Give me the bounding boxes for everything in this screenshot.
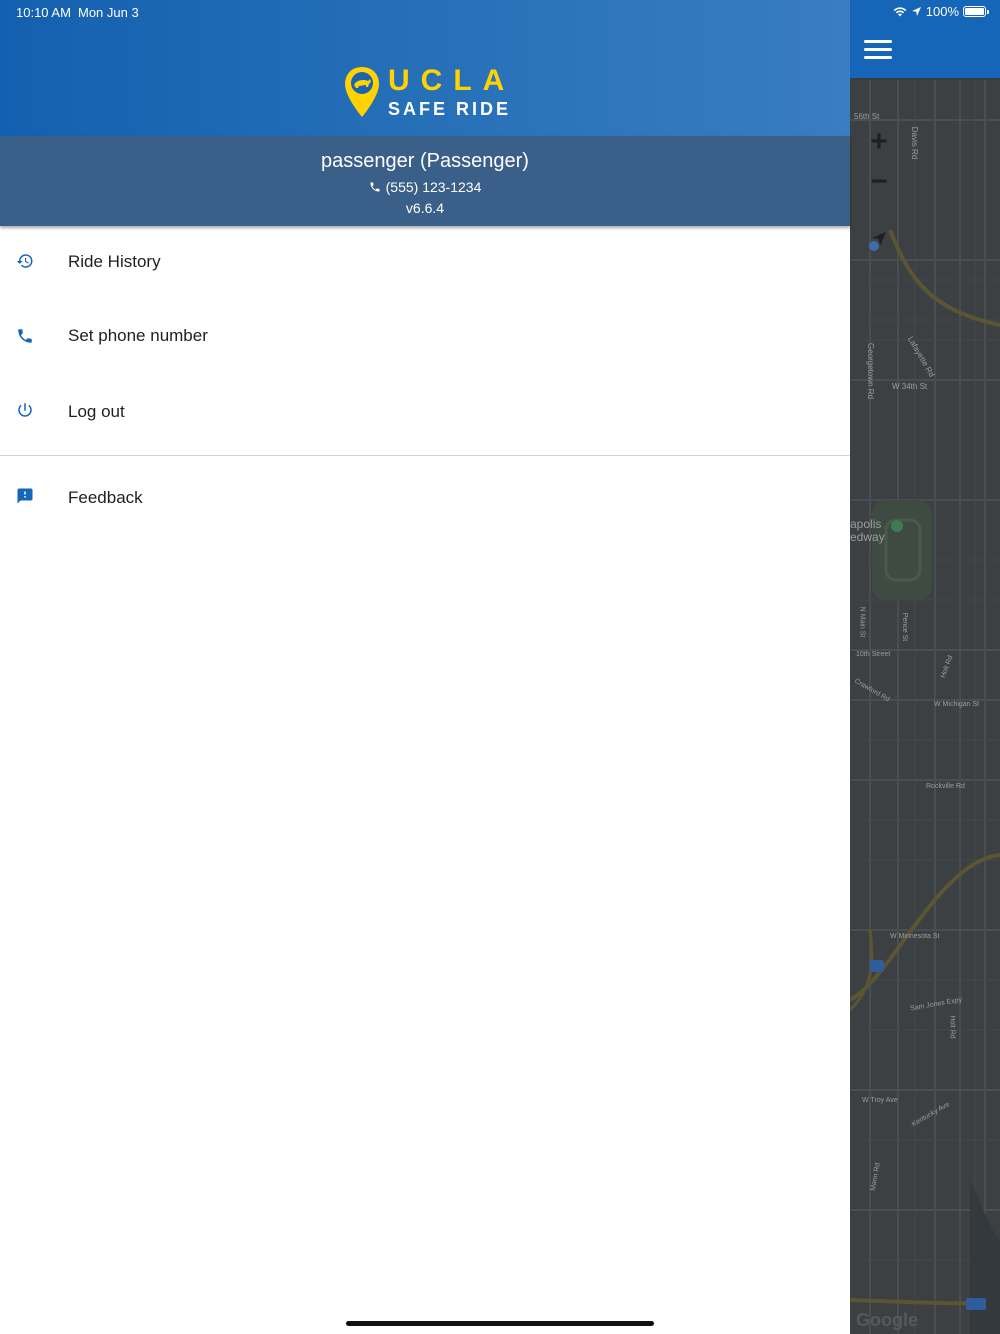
user-name: passenger (Passenger) [321,150,529,172]
menu-divider [0,455,850,456]
map-street-label: Holt Rd [948,1015,956,1039]
power-icon [18,403,32,417]
map-street-label: W Troy Ave [862,1097,898,1104]
zoom-out-button[interactable]: − [864,167,894,197]
menu-item-ride-history[interactable]: Ride History [0,226,850,300]
map-attribution: Google [856,1310,918,1330]
menu-item-set-phone-number[interactable]: Set phone number [0,300,850,374]
map-place-label: edway [850,530,885,544]
feedback-icon [17,488,33,504]
map-street-label: Georgetown Rd [866,342,876,400]
my-location-icon[interactable] [864,224,894,254]
status-bar: 10:10 AM Mon Jun 3 100% [0,0,1000,24]
hamburger-menu-icon[interactable] [864,38,894,62]
location-pin-icon [345,67,379,117]
menu-item-feedback[interactable]: Feedback [0,461,850,535]
wifi-icon [893,7,907,17]
user-phone: (555) 123-1234 [385,179,482,195]
user-info-panel: passenger (Passenger) (555) 123-1234 v6.… [0,136,850,226]
menu-item-label: Set phone number [68,326,208,345]
map-canvas[interactable]: 56th St Davis Rd Georgetown Rd Lafayette… [850,80,1000,1334]
map-street-label: 10th Street [856,651,891,658]
map-street-label: Davis Rd [910,126,920,160]
status-indicators: 100% [893,4,989,19]
home-indicator[interactable] [346,1321,654,1326]
map-street-label: 56th St [854,112,880,121]
status-date: Mon Jun 3 [78,5,139,20]
menu-item-label: Log out [68,402,125,421]
menu-item-label: Ride History [68,252,161,271]
menu-item-log-out[interactable]: Log out [0,375,850,449]
map-street-label: W Michigan St [934,701,980,708]
app-version: v6.6.4 [405,200,445,216]
location-arrow-icon [911,7,921,16]
app-root: 56th St Davis Rd Georgetown Rd Lafayette… [0,0,1000,1334]
map-street-label: W 34th St [892,382,928,391]
navigation-drawer: UCLA SAFE RIDE passenger (Passenger) (55… [0,0,850,1334]
battery-percentage: 100% [925,4,959,19]
phone-icon [18,329,32,343]
menu-item-label: Feedback [68,488,143,507]
phone-icon [370,182,380,192]
status-time: 10:10 AM [16,5,71,20]
zoom-in-button[interactable]: + [864,127,894,157]
map-street-label: W Minnesota St [890,933,940,940]
logo-title: UCLA [388,64,516,97]
map-street-label: Rockville Rd [926,783,965,790]
logo-subtitle: SAFE RIDE [388,99,512,119]
map-street-label: N Main St [858,606,866,638]
map-street-label: Pence St [901,612,909,642]
map-place-label: apolis [850,517,882,531]
map-view[interactable]: 56th St Davis Rd Georgetown Rd Lafayette… [850,0,1000,1334]
user-phone-row: (555) 123-1234 [0,178,850,196]
history-icon [16,254,33,268]
ucla-safe-ride-logo: UCLA SAFE RIDE [344,64,514,124]
battery-icon [963,6,989,17]
